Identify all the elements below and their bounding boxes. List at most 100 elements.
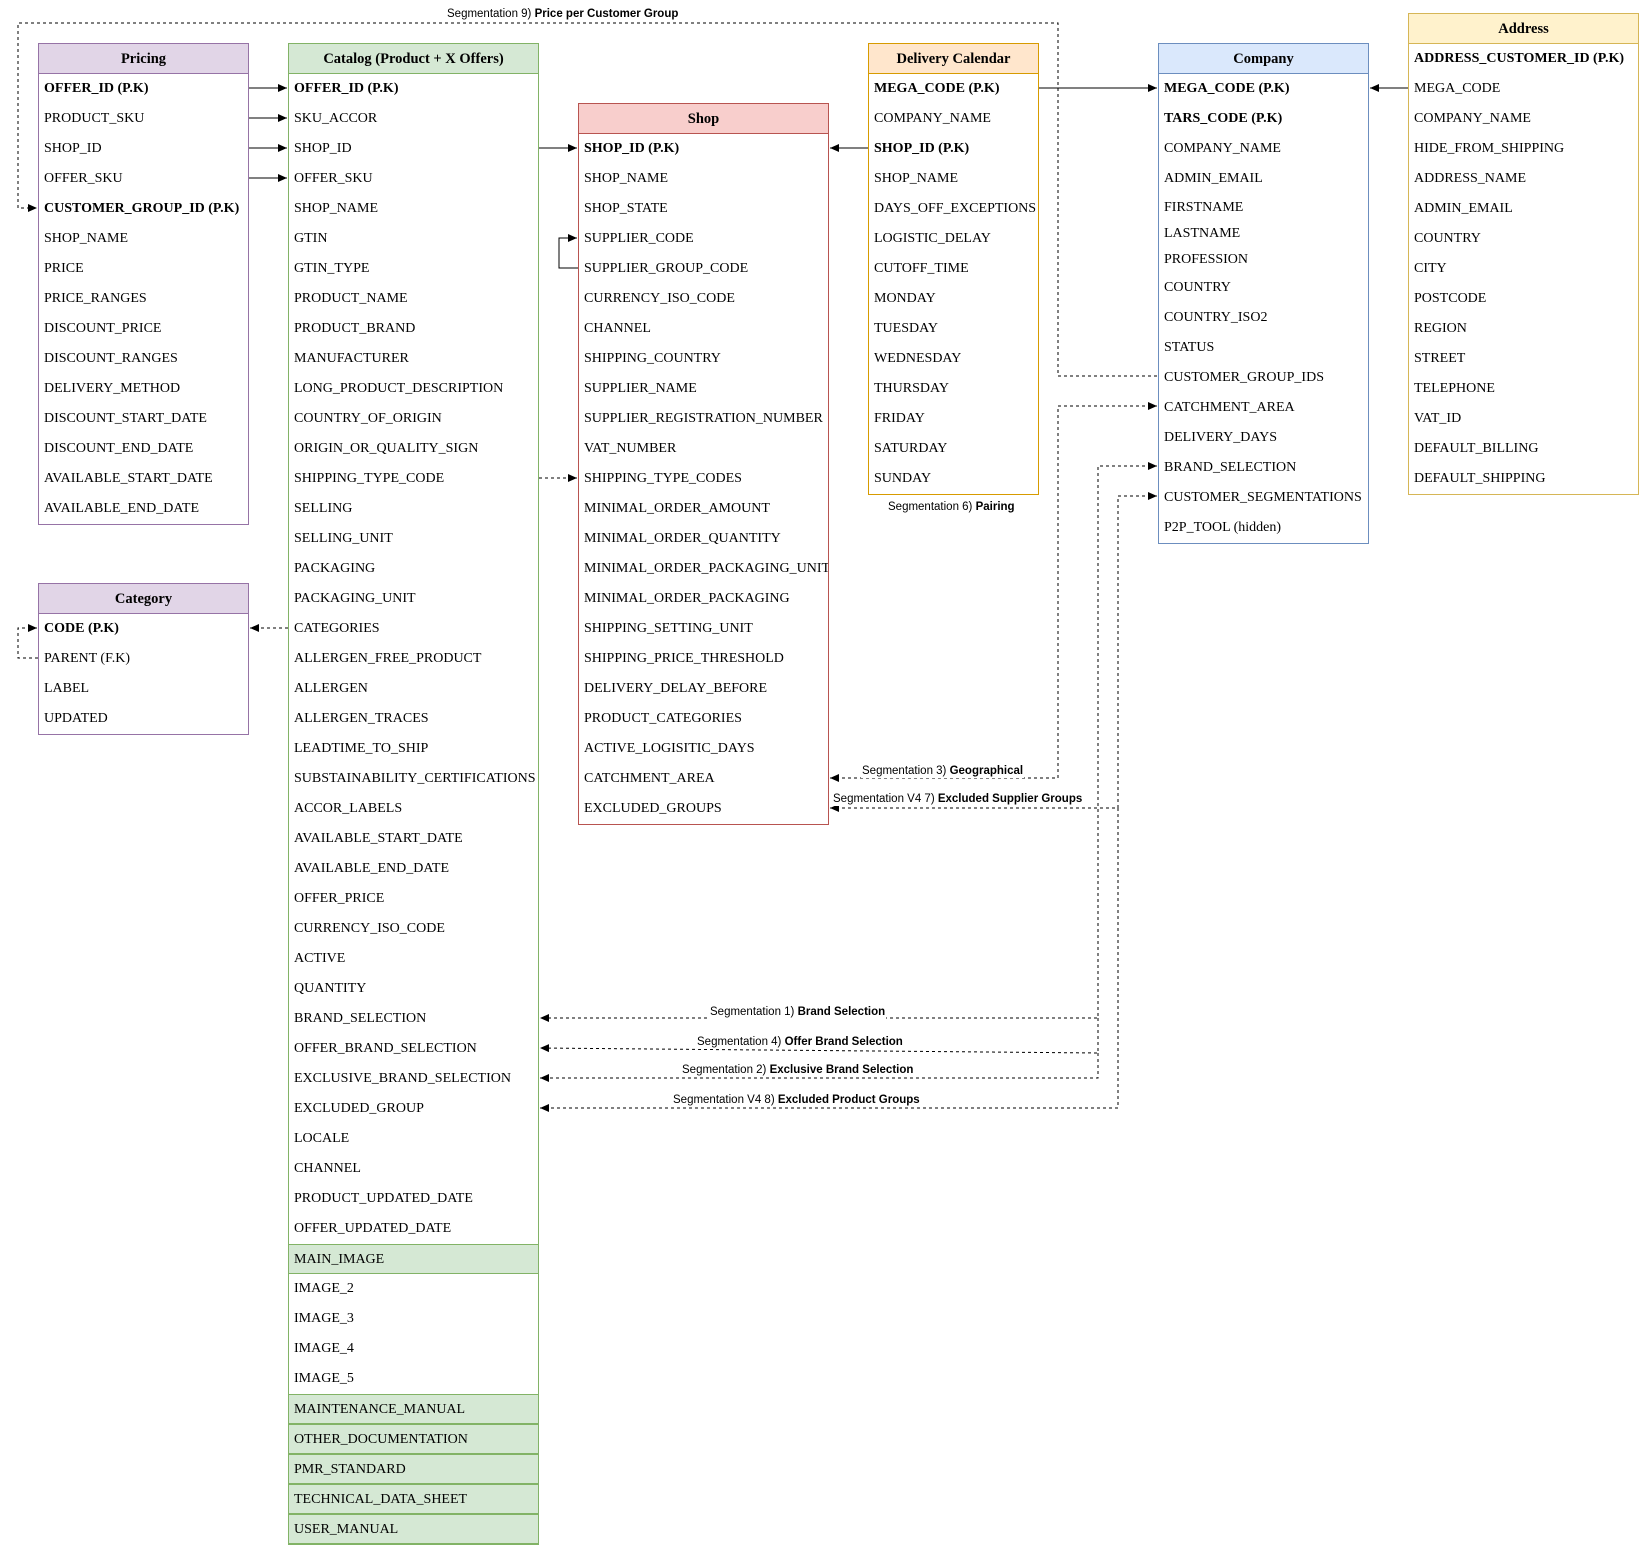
- segmentation-v4-7-edge: [830, 492, 1157, 812]
- address-field-default-shipping: DEFAULT_SHIPPING: [1414, 471, 1546, 486]
- shop-field-channel: CHANNEL: [584, 321, 651, 336]
- catalog-field-allergen: ALLERGEN: [294, 681, 368, 696]
- catalog-field-categories: CATEGORIES: [294, 621, 380, 636]
- address-table-fields: ADDRESS_CUSTOMER_ID (P.K) MEGA_CODE COMPAN…: [1409, 44, 1638, 494]
- pricing-field-price-ranges: PRICE_RANGES: [44, 291, 147, 306]
- delivery-field-days-off-exceptions: DAYS_OFF_EXCEPTIONS: [874, 201, 1037, 216]
- company-field-country-iso2: COUNTRY_ISO2: [1164, 310, 1268, 325]
- catalog-field-offer-id-p-k: OFFER_ID (P.K): [294, 81, 399, 96]
- catalog-field-offer-brand-selection: OFFER_BRAND_SELECTION: [294, 1041, 477, 1056]
- shop-field-catchment-area: CATCHMENT_AREA: [584, 771, 715, 786]
- pricing-field-available-end-date: AVAILABLE_END_DATE: [44, 501, 200, 516]
- delivery-field-friday: FRIDAY: [874, 411, 925, 426]
- segmentation-3-label: Segmentation 3) Geographical: [861, 764, 1025, 778]
- delivery-field-monday: MONDAY: [874, 291, 936, 306]
- pricing-table-fields: OFFER_ID (P.K) PRODUCT_SKU SHOP_ID OFFER_SK…: [39, 74, 248, 524]
- er-diagram-canvas: Pricing OFFER_ID (P.K) PRODUCT_SKU SHOP_ID…: [0, 0, 1639, 1545]
- catalog-field-gtin-type: GTIN_TYPE: [294, 261, 370, 276]
- company-field-profession: PROFESSION: [1164, 252, 1249, 267]
- shop-field-supplier-code: SUPPLIER_CODE: [584, 231, 694, 246]
- delivery-field-thursday: THURSDAY: [874, 381, 949, 396]
- shop-field-supplier-name: SUPPLIER_NAME: [584, 381, 697, 396]
- shop-field-shop-id-p-k: SHOP_ID (P.K): [584, 141, 680, 156]
- shop-field-supplier-group-code: SUPPLIER_GROUP_CODE: [584, 261, 749, 276]
- address-field-country: COUNTRY: [1414, 231, 1481, 246]
- catalog-field-channel: CHANNEL: [294, 1161, 361, 1176]
- company-field-tars-code-p-k: TARS_CODE (P.K): [1164, 111, 1283, 126]
- catalog-field-offer-updated-date: OFFER_UPDATED_DATE: [294, 1221, 452, 1236]
- pricing-field-discount-end-date: DISCOUNT_END_DATE: [44, 441, 194, 456]
- shop-field-shop-name: SHOP_NAME: [584, 171, 669, 186]
- company-field-customer-segmentations: CUSTOMER_SEGMENTATIONS: [1164, 490, 1362, 505]
- company-field-brand-selection: BRAND_SELECTION: [1164, 460, 1297, 475]
- address-field-postcode: POSTCODE: [1414, 291, 1487, 306]
- shop-field-delivery-delay-before: DELIVERY_DELAY_BEFORE: [584, 681, 768, 696]
- shop-field-minimal-order-packaging: MINIMAL_ORDER_PACKAGING: [584, 591, 790, 606]
- shop-field-active-logisitic-days: ACTIVE_LOGISITIC_DAYS: [584, 741, 755, 756]
- catalog-field-sku-accor: SKU_ACCOR: [294, 111, 378, 126]
- catalog-field-allergen-free-product: ALLERGEN_FREE_PRODUCT: [294, 651, 482, 666]
- delivery-field-tuesday: TUESDAY: [874, 321, 939, 336]
- catalog-field-other-documentation: OTHER_DOCUMENTATION: [289, 1424, 538, 1454]
- catalog-field-currency-iso-code: CURRENCY_ISO_CODE: [294, 921, 445, 936]
- shop-field-shipping-type-codes: SHIPPING_TYPE_CODES: [584, 471, 742, 486]
- catalog-field-brand-selection: BRAND_SELECTION: [294, 1011, 427, 1026]
- catalog-table-header: Catalog (Product + X Offers): [289, 44, 538, 74]
- category-table-fields: CODE (P.K) PARENT (F.K) LABEL UPDATED: [39, 614, 248, 734]
- pricing-field-offer-sku: OFFER_SKU: [44, 171, 123, 186]
- delivery-field-saturday: SATURDAY: [874, 441, 948, 456]
- pricing-field-discount-price: DISCOUNT_PRICE: [44, 321, 162, 336]
- catalog-field-locale: LOCALE: [294, 1131, 350, 1146]
- pricing-field-product-sku: PRODUCT_SKU: [44, 111, 145, 126]
- catalog-field-active: ACTIVE: [294, 951, 346, 966]
- pricing-field-available-start-date: AVAILABLE_START_DATE: [44, 471, 213, 486]
- catalog-field-maintenance-manual: MAINTENANCE_MANUAL: [289, 1394, 538, 1424]
- shop-table: Shop SHOP_ID (P.K) SHOP_NAME SHOP_STATE SUP…: [578, 103, 829, 825]
- catalog-field-product-updated-date: PRODUCT_UPDATED_DATE: [294, 1191, 473, 1206]
- address-table: Address ADDRESS_CUSTOMER_ID (P.K) MEGA_CO…: [1408, 13, 1639, 495]
- delivery-calendar-table-header: Delivery Calendar: [869, 44, 1038, 74]
- segmentation-2-label: Segmentation 2) Exclusive Brand Selectio…: [681, 1063, 915, 1077]
- category-parent-edge: [17, 624, 38, 659]
- company-field-status: STATUS: [1164, 340, 1215, 355]
- address-field-telephone: TELEPHONE: [1414, 381, 1495, 396]
- address-field-vat-id: VAT_ID: [1414, 411, 1462, 426]
- catalog-field-image-3: IMAGE_3: [294, 1311, 354, 1326]
- company-field-admin-email: ADMIN_EMAIL: [1164, 171, 1263, 186]
- company-field-country: COUNTRY: [1164, 280, 1231, 295]
- catalog-field-product-brand: PRODUCT_BRAND: [294, 321, 416, 336]
- catalog-field-available-end-date: AVAILABLE_END_DATE: [294, 861, 450, 876]
- catalog-field-manufacturer: MANUFACTURER: [294, 351, 409, 366]
- segmentation-9-label: Segmentation 9) Price per Customer Group: [446, 7, 680, 21]
- shop-field-currency-iso-code: CURRENCY_ISO_CODE: [584, 291, 735, 306]
- catalog-field-long-product-description: LONG_PRODUCT_DESCRIPTION: [294, 381, 504, 396]
- shop-field-supplier-registration-number: SUPPLIER_REGISTRATION_NUMBER: [584, 411, 823, 426]
- address-field-region: REGION: [1414, 321, 1467, 336]
- address-field-default-billing: DEFAULT_BILLING: [1414, 441, 1539, 456]
- catalog-field-offer-price: OFFER_PRICE: [294, 891, 385, 906]
- address-field-company-name: COMPANY_NAME: [1414, 111, 1531, 126]
- catalog-field-quantity: QUANTITY: [294, 981, 367, 996]
- catalog-field-shop-name: SHOP_NAME: [294, 201, 379, 216]
- catalog-field-available-start-date: AVAILABLE_START_DATE: [294, 831, 463, 846]
- catalog-field-offer-sku: OFFER_SKU: [294, 171, 373, 186]
- pricing-field-offer-id-p-k: OFFER_ID (P.K): [44, 81, 149, 96]
- category-field-label: LABEL: [44, 681, 90, 696]
- company-table-fields: MEGA_CODE (P.K) TARS_CODE (P.K) COMPANY_NA…: [1159, 74, 1368, 543]
- delivery-field-cutoff-time: CUTOFF_TIME: [874, 261, 969, 276]
- segmentation-v4-8-label: Segmentation V4 8) Excluded Product Grou…: [672, 1093, 921, 1107]
- category-field-code-p-k: CODE (P.K): [44, 621, 119, 636]
- address-field-street: STREET: [1414, 351, 1466, 366]
- catalog-field-selling-unit: SELLING_UNIT: [294, 531, 393, 546]
- delivery-field-sunday: SUNDAY: [874, 471, 932, 486]
- delivery-calendar-table: Delivery Calendar MEGA_CODE (P.K) COMPANY…: [868, 43, 1039, 495]
- catalog-field-leadtime-to-ship: LEADTIME_TO_SHIP: [294, 741, 429, 756]
- address-field-mega-code: MEGA_CODE: [1414, 81, 1501, 96]
- segmentation-v4-7-label: Segmentation V4 7) Excluded Supplier Gro…: [832, 792, 1084, 806]
- address-table-header: Address: [1409, 14, 1638, 44]
- company-field-lastname: LASTNAME: [1164, 226, 1241, 241]
- company-field-mega-code-p-k: MEGA_CODE (P.K): [1164, 81, 1290, 96]
- shop-field-shipping-setting-unit: SHIPPING_SETTING_UNIT: [584, 621, 753, 636]
- delivery-field-shop-name: SHOP_NAME: [874, 171, 959, 186]
- shop-field-product-categories: PRODUCT_CATEGORIES: [584, 711, 742, 726]
